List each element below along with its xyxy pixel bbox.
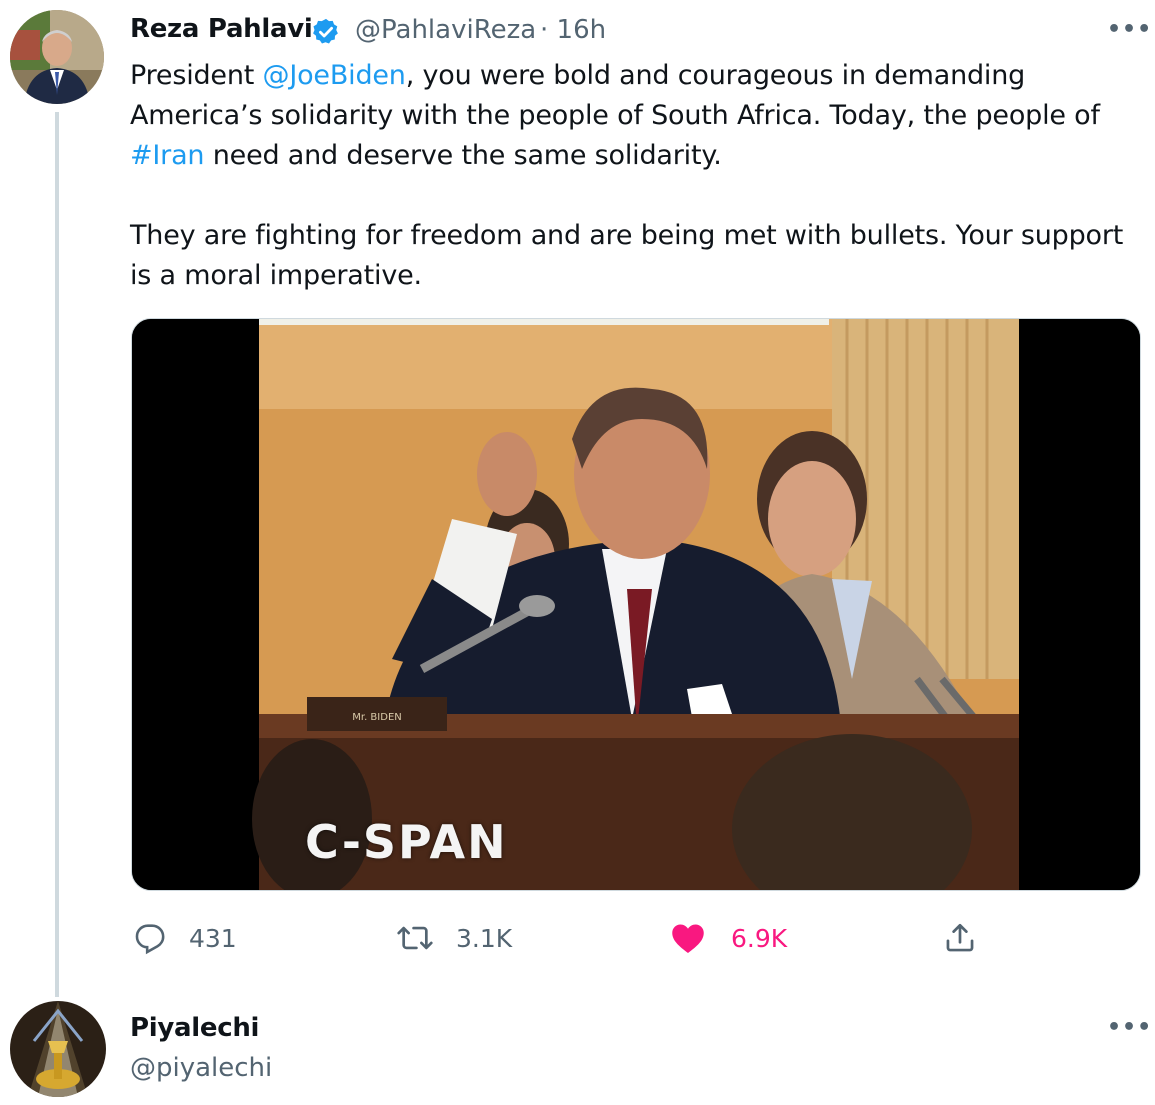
- author-avatar[interactable]: [10, 10, 104, 104]
- video-media[interactable]: Mr. BIDEN C-SPAN: [131, 318, 1141, 891]
- share-icon: [946, 923, 974, 952]
- cspan-watermark: C-SPAN: [305, 815, 508, 869]
- text-segment: need and deserve the same solidarity.: [204, 140, 722, 171]
- reply-more-options-icon[interactable]: •••: [1107, 1015, 1152, 1040]
- hashtag-link[interactable]: #Iran: [130, 140, 205, 171]
- author-handle[interactable]: @PahlaviReza: [355, 15, 536, 45]
- reply-author-avatar[interactable]: [10, 1001, 106, 1097]
- more-options-icon[interactable]: •••: [1107, 17, 1152, 42]
- thread-connector-line: [55, 112, 59, 997]
- reply-icon: [135, 924, 165, 955]
- reply-author-name[interactable]: Piyalechi: [130, 1013, 259, 1043]
- reply-author-handle[interactable]: @piyalechi: [130, 1053, 272, 1083]
- author-name[interactable]: Reza Pahlavi: [130, 14, 313, 44]
- text-segment: President: [130, 60, 263, 91]
- tweet-timestamp[interactable]: · 16h: [540, 15, 606, 45]
- tweet-paragraph: They are fighting for freedom and are be…: [130, 220, 1124, 291]
- retweet-icon: [397, 926, 433, 950]
- heart-icon: [672, 924, 704, 953]
- tweet-text: President @JoeBiden, you were bold and c…: [130, 56, 1140, 296]
- reply-button[interactable]: 431: [133, 918, 237, 958]
- share-button[interactable]: [943, 918, 977, 958]
- svg-text:Mr. BIDEN: Mr. BIDEN: [352, 712, 402, 723]
- retweet-button[interactable]: 3.1K: [396, 918, 512, 958]
- retweet-count: 3.1K: [456, 923, 513, 953]
- tweet-paragraph: President @JoeBiden, you were bold and c…: [130, 56, 1140, 176]
- mention-link[interactable]: @JoeBiden: [263, 60, 406, 91]
- like-button[interactable]: 6.9K: [670, 918, 787, 958]
- like-count: 6.9K: [731, 923, 788, 953]
- verified-badge-icon: [311, 17, 341, 51]
- reply-count: 431: [189, 923, 237, 953]
